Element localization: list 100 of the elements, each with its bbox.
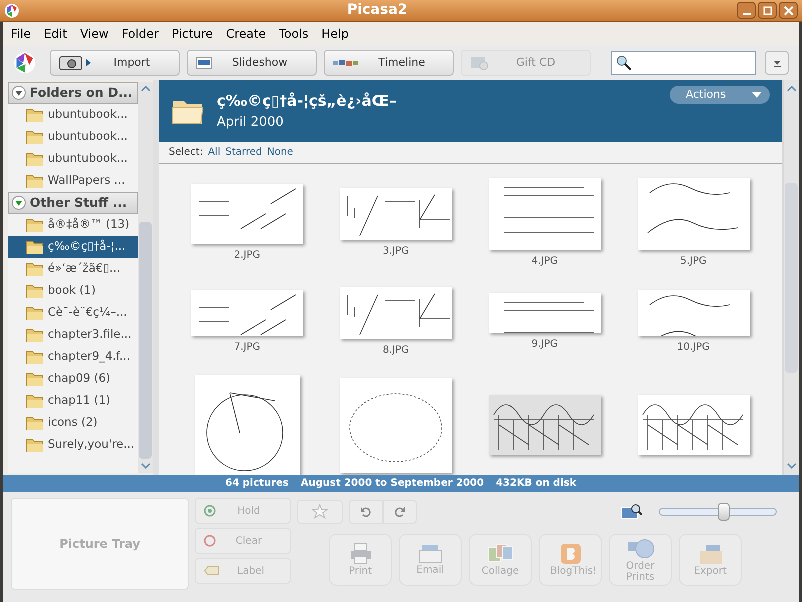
globe-icon <box>626 538 654 560</box>
disc-icon <box>470 55 490 71</box>
status-text: August 2000 to September 2000 <box>300 477 484 491</box>
rotate-left-icon <box>360 506 372 518</box>
thumbnail-caption: 9.JPG <box>532 338 558 352</box>
rotate-right-button[interactable] <box>383 500 417 524</box>
folder-icon <box>26 306 44 320</box>
window-title: Picasa2 <box>346 1 409 20</box>
close-icon <box>784 6 794 16</box>
maximize-button[interactable] <box>758 2 777 19</box>
maximize-icon <box>762 6 772 16</box>
folder-icon <box>26 438 44 452</box>
slider-thumb[interactable] <box>718 503 730 521</box>
folder-icon <box>26 350 44 364</box>
photos-icon <box>486 543 514 565</box>
scroll-down-icon[interactable] <box>140 463 150 469</box>
sidebar-item[interactable]: ubuntubook... <box>8 104 138 126</box>
thumbnail-caption: 7.JPG <box>234 340 261 354</box>
toolbar-button[interactable]: Slideshow <box>187 50 317 76</box>
folder-icon <box>26 262 44 276</box>
envelope-icon <box>418 544 444 564</box>
folder-icon <box>26 174 44 188</box>
toolbar-button[interactable]: Import <box>50 50 180 76</box>
minimize-button[interactable] <box>737 2 756 19</box>
rotate-left-button[interactable] <box>349 500 383 524</box>
dropdown-button[interactable] <box>765 51 789 75</box>
app-logo-icon <box>4 2 20 18</box>
zoom-slider[interactable] <box>659 503 777 521</box>
sidebar-item[interactable]: ç‰©ç▯†å-¦... <box>8 236 138 258</box>
thumbnail-caption: 8.JPG <box>382 344 410 358</box>
expander-icon[interactable] <box>12 86 26 100</box>
sidebar-item[interactable]: Surely,you're... <box>8 434 138 456</box>
scroll-up-icon[interactable] <box>786 86 796 92</box>
menu-item[interactable]: View <box>80 25 109 43</box>
select-link[interactable]: Starred <box>226 145 262 160</box>
rotate-right-icon <box>394 506 406 518</box>
thumbnail-caption: 5.JPG <box>680 255 707 269</box>
tag-icon <box>204 566 220 576</box>
screen-icon <box>196 57 212 69</box>
camera-icon <box>59 54 93 72</box>
zoom-picture-icon <box>621 504 643 520</box>
folder-icon <box>26 394 44 408</box>
scrollbar[interactable] <box>138 82 153 473</box>
star-icon <box>312 504 328 520</box>
caret-icon <box>752 92 762 98</box>
folder-icon <box>26 108 44 122</box>
thumbnail-caption: 3.JPG <box>382 245 410 259</box>
sidebar-item[interactable]: å®‡å®™ (13) <box>8 214 138 236</box>
sidebar-item[interactable]: book (1) <box>8 280 138 302</box>
menu-item[interactable]: File <box>11 25 32 43</box>
folder-title: ç‰©ç▯†å-¦çš„è¿›åŒ– <box>217 91 398 112</box>
folder-icon <box>26 328 44 342</box>
download-arrow-icon <box>772 60 782 66</box>
menu-item[interactable]: Help <box>322 25 349 43</box>
circle-dot-icon <box>204 505 216 517</box>
folder-icon <box>26 152 44 166</box>
menu-item[interactable]: Folder <box>122 25 159 43</box>
folder-icon <box>26 240 44 254</box>
folder-icon <box>26 130 44 144</box>
scrollbar[interactable] <box>784 80 799 475</box>
select-link[interactable]: None <box>267 145 294 160</box>
sidebar-item[interactable]: é»‘æ´žã€▯... <box>8 258 138 280</box>
status-text: 64 pictures <box>226 477 289 491</box>
select-label: Select: <box>169 146 204 160</box>
circle-icon <box>204 535 216 547</box>
sidebar-item[interactable]: icons (2) <box>8 412 138 434</box>
tray-label: Picture Tray <box>60 536 140 553</box>
sidebar-item[interactable]: WallPapers ... <box>8 170 138 192</box>
sidebar-item[interactable]: chap11 (1) <box>8 390 138 412</box>
sidebar-item[interactable]: ubuntubook... <box>8 126 138 148</box>
toolbar-button[interactable]: Timeline <box>324 50 454 76</box>
menu-item[interactable]: Edit <box>44 25 68 43</box>
menu-item[interactable]: Picture <box>172 25 214 43</box>
printer-icon <box>348 543 372 565</box>
select-link[interactable]: All <box>208 145 221 160</box>
sidebar-item[interactable]: chap09 (6) <box>8 368 138 390</box>
blogger-icon <box>560 543 582 565</box>
sidebar-item[interactable]: chapter3.file... <box>8 324 138 346</box>
thumbnail-caption: 4.JPG <box>532 255 558 269</box>
star-button[interactable] <box>297 500 343 524</box>
folder-photo-icon <box>698 543 724 565</box>
scroll-down-icon[interactable] <box>786 463 796 469</box>
menu-item[interactable]: Create <box>226 25 266 43</box>
sidebar-item[interactable]: ubuntubook... <box>8 148 138 170</box>
search-icon <box>616 55 632 71</box>
search-field[interactable] <box>611 51 756 75</box>
folder-icon <box>26 284 44 298</box>
folder-icon <box>26 218 44 232</box>
close-button[interactable] <box>779 2 798 19</box>
folder-date: April 2000 <box>217 114 285 132</box>
thumbnail-caption: 10.JPG <box>677 340 710 354</box>
expander-icon[interactable] <box>12 196 26 210</box>
scroll-up-icon[interactable] <box>140 86 150 92</box>
sidebar-item[interactable]: chapter9_4.f... <box>8 346 138 368</box>
app-logo-icon <box>13 51 37 75</box>
thumbnail-strip-icon <box>333 58 359 68</box>
menu-item[interactable]: Tools <box>279 25 309 43</box>
group-header[interactable]: Other Stuff ... <box>8 192 138 214</box>
group-header[interactable]: Folders on D... <box>8 82 138 104</box>
sidebar-item[interactable]: Cè¯-è¨€ç¼–... <box>8 302 138 324</box>
